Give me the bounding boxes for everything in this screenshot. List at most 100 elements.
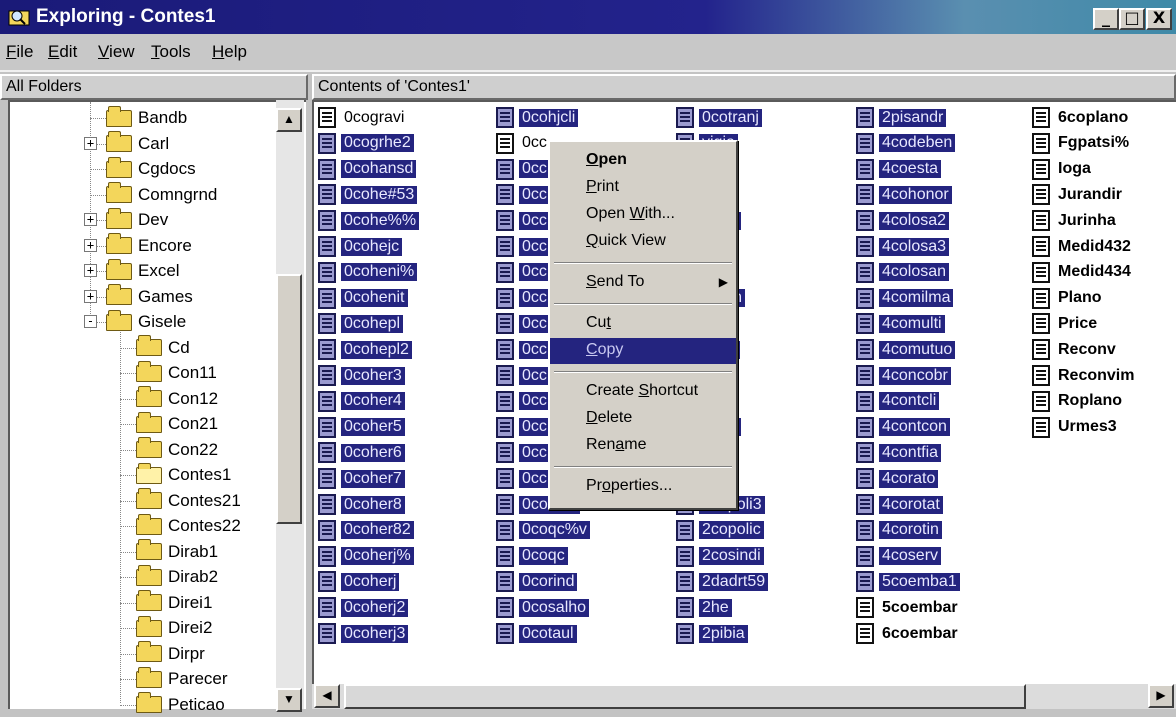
scroll-left-button[interactable]: ◀ (314, 684, 340, 708)
file-item[interactable]: 0cogrhe2 (318, 132, 414, 155)
context-copy[interactable]: Copy (550, 338, 736, 364)
file-item[interactable]: 0coherj% (318, 545, 414, 568)
scroll-thumb[interactable] (276, 274, 302, 524)
tree-item-con22[interactable]: Con22 (136, 437, 218, 462)
tree-item-bandb[interactable]: Bandb (106, 105, 187, 130)
context-delete[interactable]: Delete (550, 406, 736, 432)
file-item[interactable]: Medid434 (1032, 261, 1134, 284)
file-item[interactable]: Ioga (1032, 158, 1094, 181)
expand-icon[interactable]: + (84, 264, 97, 277)
context-cut[interactable]: Cut (550, 311, 736, 337)
scroll-down-button[interactable]: ▼ (276, 688, 302, 712)
file-item[interactable]: Price (1032, 312, 1100, 335)
file-item[interactable]: 0cohepl2 (318, 338, 412, 361)
scroll-right-button[interactable]: ▶ (1148, 684, 1174, 708)
file-item[interactable]: 4cohonor (856, 183, 952, 206)
tree-item-contes22[interactable]: Contes22 (136, 513, 241, 538)
minimize-button[interactable]: _ (1093, 8, 1119, 30)
contents-pane[interactable]: 0cogravi 0cogrhe2 0cohansd 0cohe#53 0cohe%% 0… (312, 100, 1176, 684)
file-item[interactable]: 4corotin (856, 519, 942, 542)
file-item[interactable]: 0cohjcli (496, 106, 579, 129)
tree-item-con12[interactable]: Con12 (136, 386, 218, 411)
file-item[interactable]: 0coqc (496, 545, 568, 568)
file-item[interactable]: 4comilma (856, 287, 954, 310)
file-item[interactable]: 4contcli (856, 390, 940, 413)
tree-item-dirab2[interactable]: Dirab2 (136, 564, 218, 589)
context-send-to[interactable]: Send To ▶ (550, 270, 736, 296)
tree-item-games[interactable]: Games (106, 284, 193, 309)
file-item[interactable]: 0cotranj (676, 106, 762, 129)
file-item[interactable]: 0cotaul (496, 622, 577, 645)
file-item[interactable]: 0cohenit (318, 287, 408, 310)
file-item[interactable]: 0coqc%v (496, 519, 590, 542)
file-item[interactable]: 0coher3 (318, 364, 405, 387)
file-item[interactable]: 0cc (496, 364, 550, 387)
contents-horizontal-scrollbar[interactable]: ◀ ▶ (312, 684, 1176, 709)
file-item[interactable]: 0cosalho (496, 596, 590, 619)
file-item[interactable]: 0cc (496, 209, 550, 232)
context-open-with[interactable]: Open With... (550, 202, 736, 228)
file-item[interactable]: 6coplano (1032, 106, 1131, 129)
file-item[interactable]: 2dadrt59 (676, 570, 769, 593)
file-item[interactable]: 0cc (496, 183, 550, 206)
tree-item-peticao[interactable]: Peticao (136, 692, 225, 717)
context-open[interactable]: Open (550, 148, 736, 174)
tree-item-cgdocs[interactable]: Cgdocs (106, 156, 196, 181)
file-item[interactable]: 0cc (496, 287, 550, 310)
tree-item-dirpr[interactable]: Dirpr (136, 641, 205, 666)
file-item[interactable]: Reconvim (1032, 364, 1137, 387)
file-item[interactable]: Jurinha (1032, 209, 1119, 232)
file-item[interactable]: 4concobr (856, 364, 951, 387)
file-item[interactable]: Plano (1032, 287, 1105, 310)
file-item[interactable]: 0coherj2 (318, 596, 409, 619)
collapse-icon[interactable]: - (84, 315, 97, 328)
tree-item-dirab1[interactable]: Dirab1 (136, 539, 218, 564)
file-item[interactable]: Roplano (1032, 390, 1125, 413)
file-item[interactable]: 0cc (496, 312, 550, 335)
menu-view[interactable]: View (98, 42, 135, 62)
file-item[interactable]: 0cc (496, 261, 550, 284)
file-item[interactable]: Urmes3 (1032, 416, 1120, 439)
file-item[interactable]: 2cosindi (676, 545, 764, 568)
file-item[interactable]: 0coher8 (318, 493, 405, 516)
expand-icon[interactable]: + (84, 213, 97, 226)
file-item[interactable]: 0coherj (318, 570, 400, 593)
file-item[interactable]: 0cohejc (318, 235, 403, 258)
file-item[interactable]: 4colosan (856, 261, 950, 284)
file-item[interactable]: 4colosa3 (856, 235, 950, 258)
close-button[interactable]: X (1146, 8, 1172, 30)
tree-item-contes1[interactable]: Contes1 (136, 462, 231, 487)
expand-icon[interactable]: + (84, 289, 97, 303)
file-item[interactable]: 0coher82 (318, 519, 414, 542)
file-item[interactable]: 0cohansd (318, 158, 417, 181)
file-item[interactable]: 0cc (496, 338, 550, 361)
tree-item-dev[interactable]: Dev (106, 207, 168, 232)
expand-icon[interactable]: + (84, 136, 97, 150)
file-item[interactable]: 2he (676, 596, 732, 619)
file-item[interactable]: 0coher7 (318, 467, 405, 490)
tree-item-contes21[interactable]: Contes21 (136, 488, 241, 513)
file-item[interactable]: 0cc (496, 390, 550, 413)
title-bar[interactable]: Exploring - Contes1 _ □ X (0, 0, 1176, 34)
file-item[interactable]: 4corato (856, 467, 939, 490)
tree-item-encore[interactable]: Encore (106, 233, 192, 258)
file-item[interactable]: 0cc (496, 132, 550, 155)
file-item[interactable]: 2pibia (676, 622, 748, 645)
tree-item-con21[interactable]: Con21 (136, 411, 218, 436)
file-item[interactable]: 5coembar (856, 596, 961, 619)
context-create-shortcut[interactable]: Create Shortcut (550, 379, 736, 405)
file-item[interactable]: 0cc (496, 158, 550, 181)
horizontal-scroll-thumb[interactable] (344, 684, 1026, 709)
menu-help[interactable]: Help (212, 42, 247, 62)
tree-item-direi1[interactable]: Direi1 (136, 590, 212, 615)
tree-item-con11[interactable]: Con11 (136, 360, 217, 385)
file-item[interactable]: 0cc (496, 441, 550, 464)
file-item[interactable]: 2copolic (676, 519, 764, 542)
file-item[interactable]: Medid432 (1032, 235, 1134, 258)
context-print[interactable]: Print (550, 175, 736, 201)
tree-item-comngrnd[interactable]: Comngrnd (106, 182, 217, 207)
file-item[interactable]: Jurandir (1032, 183, 1125, 206)
folder-tree[interactable]: Bandb + Carl Cgdocs Comngrnd + Dev + Encore + Exce… (8, 100, 306, 714)
file-item[interactable]: 4codeben (856, 132, 956, 155)
file-item[interactable]: Reconv (1032, 338, 1119, 361)
